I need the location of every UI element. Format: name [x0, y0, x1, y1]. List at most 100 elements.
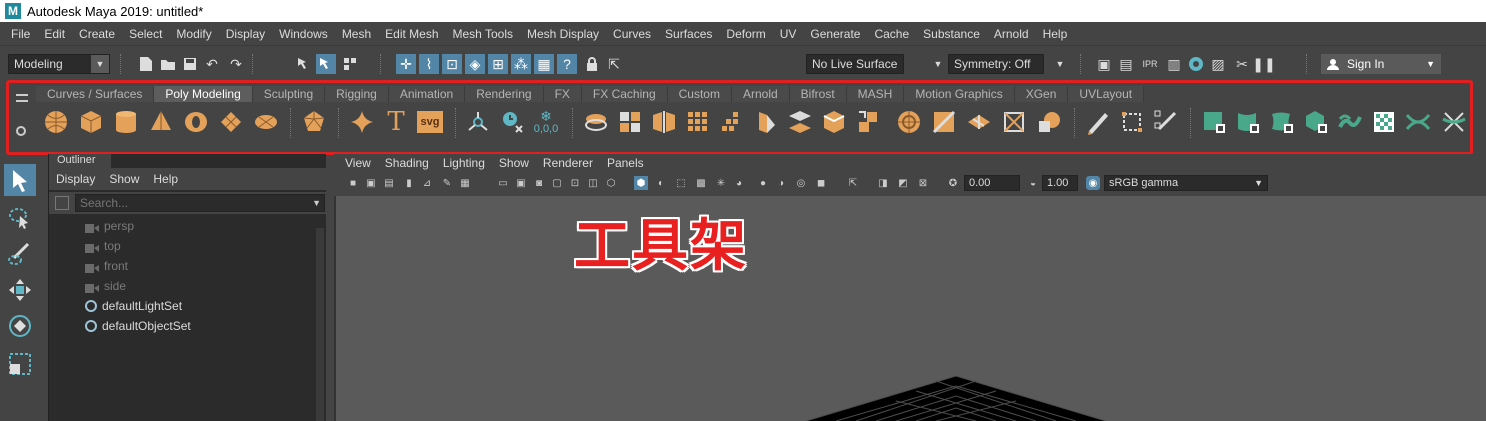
search-input[interactable] — [75, 194, 325, 212]
symmetry-field[interactable]: Symmetry: Off — [948, 54, 1044, 74]
poly-sphere-icon[interactable] — [42, 108, 70, 136]
menu-mesh-tools[interactable]: Mesh Tools — [446, 27, 520, 41]
select-object-icon[interactable] — [316, 54, 336, 74]
menu-modify[interactable]: Modify — [169, 27, 218, 41]
viewport-menu-shading[interactable]: Shading — [378, 156, 436, 170]
shelf-menu-icon[interactable] — [16, 94, 28, 102]
color-space-dropdown[interactable]: sRGB gamma ▼ — [1104, 175, 1268, 191]
image-plane-icon[interactable]: ▮ — [402, 176, 416, 190]
shadows-icon[interactable]: ◕ — [732, 176, 746, 190]
render-view-icon[interactable]: ▦ — [534, 54, 554, 74]
textured-icon[interactable]: ⬚ — [674, 176, 688, 190]
help-icon[interactable]: ? — [557, 54, 577, 74]
camera-select-icon[interactable]: ■ — [346, 176, 360, 190]
anti-aliasing-icon[interactable]: ◎ — [794, 176, 808, 190]
menu-file[interactable]: File — [4, 27, 37, 41]
menu-create[interactable]: Create — [72, 27, 122, 41]
freeze-transform-icon[interactable]: ❄ 0,0,0 — [532, 108, 560, 136]
color-management-icon[interactable]: ◉ — [1086, 176, 1100, 190]
list-item[interactable]: persp — [49, 216, 313, 236]
tab-fx-caching[interactable]: FX Caching — [581, 86, 668, 102]
tab-bifrost[interactable]: Bifrost — [789, 86, 847, 102]
smooth-icon[interactable] — [684, 108, 712, 136]
snap-view-plane-icon[interactable]: ⊞ — [488, 54, 508, 74]
gamma-icon[interactable]: ◒ — [1026, 176, 1040, 190]
depth-of-field-icon[interactable]: ◼ — [814, 176, 828, 190]
uv-cut-icon[interactable] — [1440, 108, 1468, 136]
uv-cylindrical-icon[interactable] — [1234, 108, 1262, 136]
render-settings-icon[interactable]: ▥ — [1164, 54, 1184, 74]
poly-cylinder-icon[interactable] — [112, 108, 140, 136]
safe-action-icon[interactable]: ⊡ — [568, 176, 582, 190]
outliner-menu-help[interactable]: Help — [146, 172, 185, 186]
chevron-down-icon[interactable]: ▼ — [312, 198, 321, 208]
viewport-menu-view[interactable]: View — [338, 156, 378, 170]
arnold-render-icon[interactable]: ✂ — [1232, 54, 1252, 74]
grease-pencil-icon[interactable]: ✎ — [440, 176, 454, 190]
tab-poly-modeling[interactable]: Poly Modeling — [154, 86, 253, 102]
select-hierarchy-icon[interactable] — [294, 54, 314, 74]
outliner-menu-show[interactable]: Show — [102, 172, 146, 186]
motion-blur-icon[interactable]: ◑ — [774, 176, 788, 190]
outliner-tab[interactable]: Outliner — [49, 154, 111, 168]
snap-point-icon[interactable]: ⊡ — [442, 54, 462, 74]
use-all-lights-icon[interactable]: ✳ — [714, 176, 728, 190]
snap-grid-icon[interactable]: ✛ — [396, 54, 416, 74]
svg-tool-icon[interactable]: svg — [416, 108, 444, 136]
tab-rigging[interactable]: Rigging — [325, 86, 389, 102]
outliner-menu-display[interactable]: Display — [49, 172, 102, 186]
menu-arnold[interactable]: Arnold — [987, 27, 1036, 41]
select-tool-icon[interactable] — [4, 164, 36, 196]
grid-toggle-icon[interactable]: ▦ — [458, 176, 472, 190]
uv-cut-sew-icon[interactable] — [1404, 108, 1432, 136]
menu-select[interactable]: Select — [122, 27, 169, 41]
multi-cut-pivot-icon[interactable] — [464, 108, 492, 136]
render-view-window-icon[interactable]: ▨ — [1208, 54, 1228, 74]
tab-animation[interactable]: Animation — [388, 86, 466, 102]
uv-unfold-icon[interactable] — [1336, 108, 1364, 136]
snap-projected-icon[interactable]: ◈ — [465, 54, 485, 74]
tab-sculpting[interactable]: Sculpting — [252, 86, 326, 102]
bridge-icon[interactable] — [786, 108, 814, 136]
uv-checker-icon[interactable] — [1370, 108, 1398, 136]
multi-cut-icon[interactable] — [930, 108, 958, 136]
list-item[interactable]: front — [49, 256, 313, 276]
wireframe-on-shaded-icon[interactable]: ◐ — [654, 176, 668, 190]
mirror-icon[interactable] — [650, 108, 678, 136]
ambient-occlusion-icon[interactable]: ● — [756, 176, 770, 190]
sculpt-brush-icon[interactable] — [1152, 108, 1180, 136]
viewport-menu-renderer[interactable]: Renderer — [536, 156, 600, 170]
menu-edit-mesh[interactable]: Edit Mesh — [378, 27, 445, 41]
poly-plane-icon[interactable] — [217, 108, 245, 136]
reduce-icon[interactable] — [718, 108, 746, 136]
menu-mesh-display[interactable]: Mesh Display — [520, 27, 606, 41]
menu-curves[interactable]: Curves — [606, 27, 658, 41]
clock-delete-icon[interactable] — [498, 108, 526, 136]
make-live-icon[interactable] — [1118, 108, 1146, 136]
scale-tool-icon[interactable] — [4, 348, 36, 380]
poly-cone-icon[interactable] — [147, 108, 175, 136]
list-item[interactable]: side — [49, 276, 313, 296]
menu-deform[interactable]: Deform — [719, 27, 772, 41]
exposure-icon[interactable]: ✪ — [946, 176, 960, 190]
insert-edge-loop-icon[interactable] — [965, 108, 993, 136]
select-component-icon[interactable] — [340, 54, 360, 74]
wireframe-icon[interactable]: ⬡ — [604, 176, 618, 190]
sign-in-button[interactable]: Sign In ▼ — [1321, 54, 1441, 74]
menu-generate[interactable]: Generate — [803, 27, 867, 41]
pause-icon[interactable]: ❚❚ — [1252, 54, 1275, 74]
viewport-menu-show[interactable]: Show — [492, 156, 536, 170]
tab-mash[interactable]: MASH — [846, 86, 905, 102]
append-polygon-icon[interactable] — [854, 108, 882, 136]
menu-substance[interactable]: Substance — [916, 27, 987, 41]
chevron-down-icon[interactable]: ▼ — [1050, 54, 1070, 74]
tab-xgen[interactable]: XGen — [1014, 86, 1069, 102]
lock-icon[interactable] — [582, 54, 602, 74]
rotate-tool-icon[interactable] — [4, 310, 36, 342]
platonic-solid-icon[interactable] — [300, 108, 328, 136]
hypershade-icon[interactable] — [1186, 54, 1206, 74]
poly-disc-icon[interactable] — [252, 108, 280, 136]
type-tool-icon[interactable]: T — [382, 107, 410, 137]
lasso-tool-icon[interactable] — [4, 202, 36, 234]
gate-mask-icon[interactable]: ◙ — [532, 176, 546, 190]
